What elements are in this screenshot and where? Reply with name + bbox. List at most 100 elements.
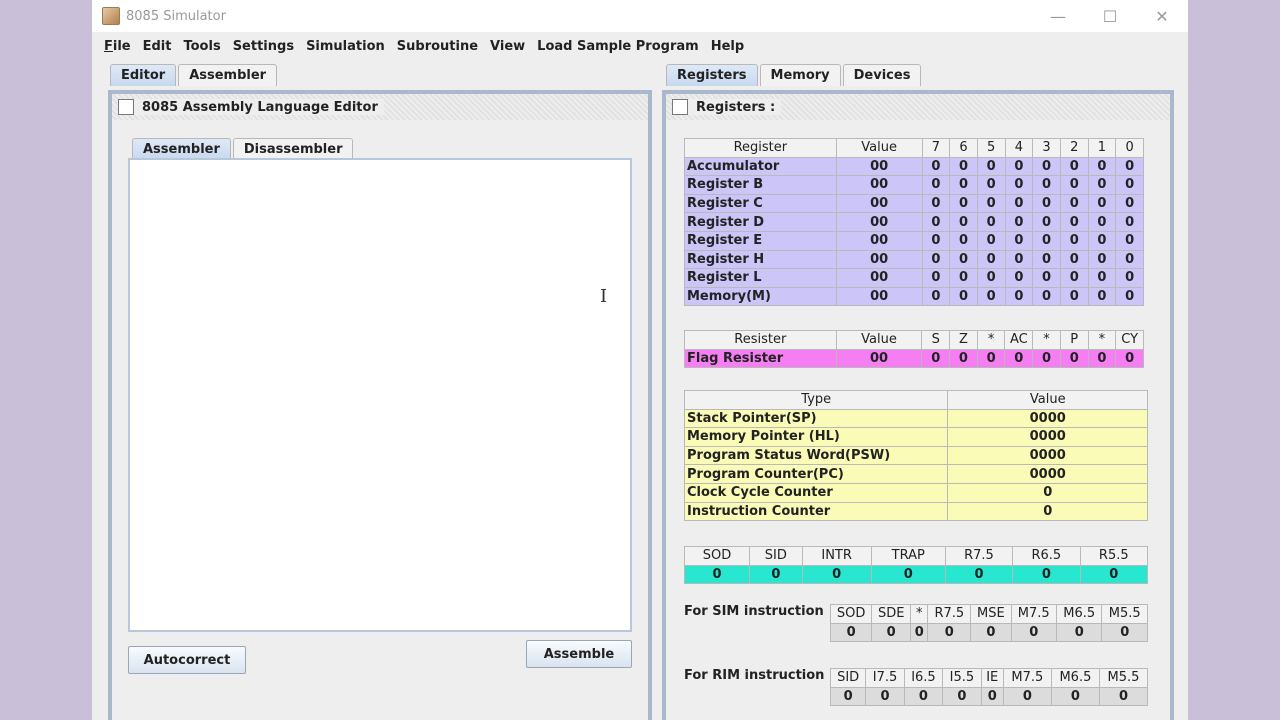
- rim-value[interactable]: 0: [903, 686, 944, 707]
- register-bit[interactable]: 0: [1032, 230, 1061, 251]
- type-row[interactable]: Program Status Word(PSW) 0000: [683, 445, 1148, 466]
- sim-value[interactable]: 0: [829, 622, 873, 643]
- menu-view[interactable]: View: [484, 39, 531, 54]
- register-bit[interactable]: 0: [1115, 268, 1144, 288]
- menu-settings[interactable]: Settings: [227, 39, 300, 54]
- menu-help[interactable]: Help: [705, 39, 750, 54]
- register-bit[interactable]: 0: [1087, 286, 1117, 307]
- register-row[interactable]: Memory(M) 00 0 0 0 0 0 0 0 0: [684, 286, 1144, 307]
- register-bit[interactable]: 0: [1115, 249, 1144, 270]
- register-bit[interactable]: 0: [1032, 286, 1061, 307]
- menu-file[interactable]: File: [98, 39, 137, 54]
- sim-value[interactable]: 0: [871, 622, 912, 643]
- register-bit[interactable]: 0: [1087, 249, 1117, 270]
- register-bit[interactable]: 0: [1059, 230, 1089, 251]
- register-row[interactable]: Register C 00 0 0 0 0 0 0 0 0: [684, 193, 1144, 214]
- register-bit[interactable]: 0: [1059, 156, 1089, 177]
- flag-register-row[interactable]: Flag Resister 00 00 00 00 00: [684, 348, 1144, 369]
- register-bit[interactable]: 0: [1004, 249, 1034, 270]
- rim-value[interactable]: 0: [980, 686, 1004, 707]
- register-row[interactable]: Accumulator 00 0 0 0 0 0 0 0 0: [684, 156, 1144, 177]
- register-row[interactable]: Register B 00 0 0 0 0 0 0 0 0: [684, 175, 1144, 195]
- tab-editor[interactable]: Editor: [110, 64, 177, 86]
- subtab-disassembler[interactable]: Disassembler: [232, 138, 354, 160]
- register-bit[interactable]: 0: [976, 193, 1006, 214]
- register-bit[interactable]: 0: [921, 249, 951, 270]
- register-bit[interactable]: 0: [921, 268, 951, 288]
- interrupt-value[interactable]: 0: [749, 564, 803, 585]
- tab-assembler[interactable]: Assembler: [178, 64, 278, 86]
- register-bit[interactable]: 0: [1059, 249, 1089, 270]
- register-bit[interactable]: 0: [921, 230, 951, 251]
- register-bit[interactable]: 0: [1004, 193, 1034, 214]
- menu-subroutine[interactable]: Subroutine: [391, 39, 484, 54]
- register-bit[interactable]: 0: [1032, 156, 1061, 177]
- sim-value[interactable]: 0: [970, 622, 1012, 643]
- register-bit[interactable]: 0: [976, 268, 1006, 288]
- register-bit[interactable]: 0: [1059, 212, 1089, 232]
- register-bit[interactable]: 0: [1032, 268, 1061, 288]
- type-value[interactable]: 0000: [947, 427, 1148, 447]
- type-row[interactable]: Stack Pointer(SP) 0000: [683, 408, 1148, 429]
- register-bit[interactable]: 0: [1004, 230, 1034, 251]
- sim-value[interactable]: 0: [1055, 622, 1103, 643]
- register-bit[interactable]: 0: [1115, 230, 1144, 251]
- menu-edit[interactable]: Edit: [137, 39, 178, 54]
- minimize-icon[interactable]: —: [1032, 0, 1084, 32]
- rim-value[interactable]: 0: [865, 686, 905, 707]
- register-bit[interactable]: 0: [921, 212, 951, 232]
- rim-value[interactable]: 0: [1002, 686, 1052, 707]
- register-bit[interactable]: 0: [1115, 156, 1144, 177]
- interrupt-value[interactable]: 0: [683, 564, 751, 585]
- sim-value[interactable]: 0: [910, 622, 929, 643]
- register-bit[interactable]: 0: [976, 230, 1006, 251]
- interrupt-value[interactable]: 0: [1012, 564, 1081, 585]
- register-bit[interactable]: 0: [1115, 175, 1144, 195]
- rim-value[interactable]: 0: [829, 686, 867, 707]
- register-bit[interactable]: 0: [1032, 193, 1061, 214]
- register-bit[interactable]: 0: [1087, 175, 1117, 195]
- register-bit[interactable]: 0: [976, 249, 1006, 270]
- register-bit[interactable]: 0: [1087, 268, 1117, 288]
- register-value[interactable]: 00: [835, 268, 923, 288]
- register-bit[interactable]: 0: [976, 212, 1006, 232]
- register-bit[interactable]: 0: [1087, 212, 1117, 232]
- register-bit[interactable]: 0: [1004, 268, 1034, 288]
- register-value[interactable]: 00: [835, 193, 923, 214]
- register-bit[interactable]: 0: [1059, 286, 1089, 307]
- sim-value[interactable]: 0: [1010, 622, 1057, 643]
- rim-value[interactable]: 0: [942, 686, 982, 707]
- register-bit[interactable]: 0: [1004, 212, 1034, 232]
- menu-simulation[interactable]: Simulation: [300, 39, 391, 54]
- register-bit[interactable]: 0: [1032, 175, 1061, 195]
- register-bit[interactable]: 0: [921, 175, 951, 195]
- register-bit[interactable]: 0: [1032, 212, 1061, 232]
- register-bit[interactable]: 0: [1004, 156, 1034, 177]
- register-bit[interactable]: 0: [949, 249, 978, 270]
- type-value[interactable]: 0: [947, 482, 1148, 503]
- code-editor[interactable]: [128, 158, 632, 632]
- register-bit[interactable]: 0: [949, 268, 978, 288]
- menu-load-sample-program[interactable]: Load Sample Program: [531, 39, 705, 54]
- register-value[interactable]: 00: [835, 286, 923, 307]
- register-bit[interactable]: 0: [1004, 175, 1034, 195]
- register-bit[interactable]: 0: [1087, 193, 1117, 214]
- register-bit[interactable]: 0: [976, 175, 1006, 195]
- type-row[interactable]: Memory Pointer (HL) 0000: [683, 427, 1148, 447]
- type-row[interactable]: Program Counter(PC) 0000: [683, 464, 1148, 484]
- register-row[interactable]: Register D 00 0 0 0 0 0 0 0 0: [684, 212, 1144, 232]
- register-bit[interactable]: 0: [1087, 230, 1117, 251]
- register-bit[interactable]: 0: [1115, 286, 1144, 307]
- register-bit[interactable]: 0: [949, 193, 978, 214]
- close-icon[interactable]: ✕: [1136, 0, 1188, 32]
- register-bit[interactable]: 0: [976, 286, 1006, 307]
- type-value[interactable]: 0000: [947, 408, 1148, 429]
- register-bit[interactable]: 0: [949, 230, 978, 251]
- interrupt-value[interactable]: 0: [870, 564, 946, 585]
- register-bit[interactable]: 0: [976, 156, 1006, 177]
- panel-checkbox-icon[interactable]: [672, 99, 688, 115]
- sim-value[interactable]: 0: [1101, 622, 1148, 643]
- register-bit[interactable]: 0: [949, 156, 978, 177]
- tab-registers[interactable]: Registers: [666, 64, 758, 86]
- register-bit[interactable]: 0: [921, 193, 951, 214]
